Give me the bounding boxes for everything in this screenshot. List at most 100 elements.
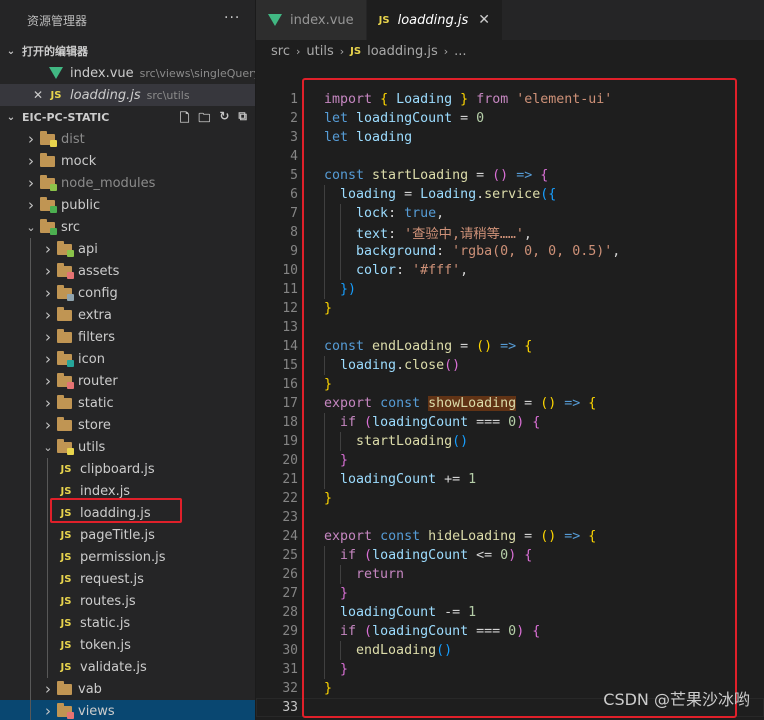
line-number: 8: [290, 225, 298, 240]
file-item[interactable]: JS permission.js: [0, 546, 255, 568]
collapse-all-icon[interactable]: ⧉: [238, 109, 247, 130]
tab-loadding-js[interactable]: JS loadding.js ✕: [366, 0, 503, 40]
tree-item-label: filters: [78, 329, 116, 345]
sidebar-highlight-box: [50, 498, 182, 523]
line-number: 32: [282, 681, 298, 696]
tab-label: index.vue: [290, 12, 354, 28]
breadcrumb-item[interactable]: src: [271, 44, 290, 59]
folder-icon: [56, 372, 74, 389]
tree-item-label: assets: [78, 263, 120, 279]
folder-item[interactable]: ⌄ utils: [0, 436, 255, 458]
folder-item[interactable]: › assets: [0, 260, 255, 282]
folder-icon: [39, 218, 57, 235]
folder-icon: [39, 152, 55, 169]
tree-item-label: node_modules: [61, 175, 156, 191]
line-number: 6: [290, 187, 298, 202]
line-number: 22: [282, 491, 298, 506]
explorer-sidebar: 资源管理器 ··· ⌄ 打开的编辑器 index.vue src\views\si…: [0, 0, 256, 720]
folder-item[interactable]: › public: [0, 194, 255, 216]
project-header[interactable]: ⌄ EIC-PC-STATIC 🗋 🗀 ↻ ⧉: [0, 106, 255, 128]
folder-icon: [39, 130, 57, 147]
folder-icon: [39, 196, 57, 213]
folder-item[interactable]: › api: [0, 238, 255, 260]
chevron-right-icon: ›: [339, 44, 345, 58]
tree-item-label: public: [61, 197, 101, 213]
line-number: 10: [282, 263, 298, 278]
folder-item[interactable]: › static: [0, 392, 255, 414]
line-number: 26: [282, 567, 298, 582]
folder-icon: [56, 702, 74, 719]
js-file-icon: JS: [60, 595, 72, 607]
chevron-right-icon: ›: [443, 44, 449, 58]
chevron-right-icon: ›: [45, 306, 51, 324]
tab-label: loadding.js: [397, 12, 469, 28]
folder-item[interactable]: › config: [0, 282, 255, 304]
line-number: 19: [282, 434, 298, 449]
vue-file-icon: [48, 65, 64, 81]
folder-item[interactable]: › views: [0, 700, 255, 720]
open-editor-item[interactable]: index.vue src\views\singleQuery: [0, 62, 255, 84]
tree-item-label: static: [78, 395, 114, 411]
file-item[interactable]: JS routes.js: [0, 590, 255, 612]
file-item[interactable]: JS static.js: [0, 612, 255, 634]
file-item[interactable]: JS token.js: [0, 634, 255, 656]
folder-item[interactable]: › store: [0, 414, 255, 436]
folder-item[interactable]: › icon: [0, 348, 255, 370]
close-icon[interactable]: ✕: [30, 88, 46, 102]
refresh-icon[interactable]: ↻: [219, 109, 229, 130]
line-number: 24: [282, 529, 298, 544]
folder-icon: [56, 240, 74, 257]
folder-item[interactable]: ⌄ src: [0, 216, 255, 238]
chevron-right-icon: ›: [45, 416, 51, 434]
open-editor-path: src\views\singleQuery: [139, 66, 256, 80]
open-editor-path: src\utils: [146, 88, 190, 102]
tree-item-label: api: [78, 241, 98, 257]
close-icon[interactable]: ✕: [478, 12, 490, 28]
file-item[interactable]: JS pageTitle.js: [0, 524, 255, 546]
open-editor-item[interactable]: ✕ JS loadding.js src\utils: [0, 84, 255, 106]
tab-index-vue[interactable]: index.vue: [256, 0, 367, 40]
line-number: 28: [282, 605, 298, 620]
tree-item-label: permission.js: [80, 549, 166, 565]
new-folder-icon[interactable]: 🗀: [198, 109, 210, 130]
tree-item-label: index.js: [80, 483, 131, 499]
breadcrumb-item[interactable]: loadding.js: [367, 44, 438, 59]
folder-item[interactable]: › filters: [0, 326, 255, 348]
line-number: 7: [290, 206, 298, 221]
line-number: 16: [282, 377, 298, 392]
chevron-right-icon: ›: [45, 394, 51, 412]
chevron-right-icon: ›: [28, 130, 34, 148]
line-number: 23: [282, 510, 298, 525]
chevron-right-icon: ›: [45, 350, 51, 368]
open-editors-header[interactable]: ⌄ 打开的编辑器: [0, 40, 255, 62]
file-item[interactable]: JS clipboard.js: [0, 458, 255, 480]
tree-item-label: views: [78, 703, 115, 719]
new-file-icon[interactable]: 🗋: [180, 109, 190, 130]
js-file-icon: JS: [378, 14, 390, 26]
line-number: 15: [282, 358, 298, 373]
chevron-right-icon: ›: [45, 702, 51, 720]
breadcrumb-item[interactable]: ...: [454, 44, 466, 59]
folder-item[interactable]: › extra: [0, 304, 255, 326]
folder-item[interactable]: › router: [0, 370, 255, 392]
chevron-down-icon: ⌄: [26, 220, 36, 234]
chevron-down-icon: ⌄: [6, 111, 16, 123]
folder-item[interactable]: › dist: [0, 128, 255, 150]
line-number: 14: [282, 339, 298, 354]
tree-item-label: routes.js: [80, 593, 136, 609]
folder-icon: [56, 438, 74, 455]
tree-item-label: token.js: [80, 637, 131, 653]
more-actions-icon[interactable]: ···: [224, 10, 240, 26]
breadcrumb-item[interactable]: utils: [306, 44, 333, 59]
folder-item[interactable]: › node_modules: [0, 172, 255, 194]
folder-item[interactable]: › mock: [0, 150, 255, 172]
tree-item-label: clipboard.js: [80, 461, 155, 477]
folder-item[interactable]: › vab: [0, 678, 255, 700]
line-number: 31: [282, 662, 298, 677]
js-file-icon: JS: [60, 661, 72, 673]
file-item[interactable]: JS request.js: [0, 568, 255, 590]
file-item[interactable]: JS validate.js: [0, 656, 255, 678]
chevron-down-icon: ⌄: [6, 45, 16, 57]
js-file-icon: JS: [50, 89, 62, 101]
tree-item-label: vab: [78, 681, 102, 697]
